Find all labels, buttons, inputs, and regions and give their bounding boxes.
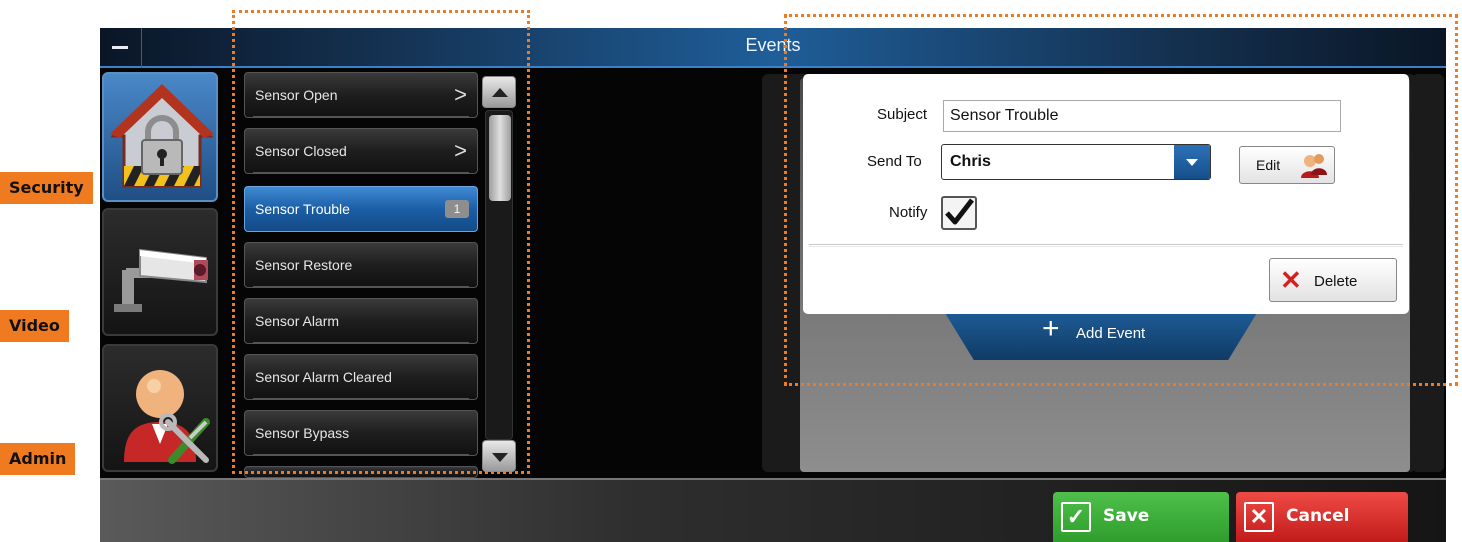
scroll-up-button[interactable] bbox=[482, 76, 516, 108]
arrow-up-icon bbox=[492, 88, 508, 97]
dropdown-arrow-icon[interactable] bbox=[1174, 145, 1210, 179]
arrow-down-icon bbox=[492, 453, 508, 462]
title-bar: Events bbox=[100, 28, 1446, 68]
event-item-label: Sensor Alarm Cleared bbox=[255, 369, 392, 385]
callout-video: Video bbox=[0, 310, 69, 342]
users-icon bbox=[1301, 154, 1327, 178]
event-detail-card: Subject Sensor Trouble Send To Chris Edi… bbox=[803, 74, 1409, 314]
divider bbox=[253, 398, 469, 400]
chevron-right-icon: > bbox=[454, 138, 467, 163]
notify-checkbox[interactable] bbox=[941, 196, 977, 230]
delete-label: Delete bbox=[1314, 273, 1358, 290]
send-to-label: Send To bbox=[867, 153, 922, 170]
panel-edge bbox=[1412, 74, 1444, 472]
send-to-select[interactable]: Chris bbox=[941, 144, 1211, 180]
event-item-sensor-bypass[interactable]: Sensor Bypass bbox=[244, 410, 478, 456]
scroll-track[interactable] bbox=[485, 110, 513, 440]
add-event-button[interactable]: + Add Event bbox=[942, 308, 1260, 360]
event-item-sensor-closed[interactable]: Sensor Closed > bbox=[244, 128, 478, 174]
event-item-label: Sensor Restore bbox=[255, 257, 353, 273]
callout-admin: Admin bbox=[0, 443, 76, 475]
plus-icon: + bbox=[1042, 312, 1060, 345]
notify-label: Notify bbox=[889, 204, 928, 221]
scroll-thumb[interactable] bbox=[489, 115, 511, 201]
edit-label: Edit bbox=[1256, 157, 1281, 173]
edit-recipients-button[interactable]: Edit bbox=[1239, 146, 1335, 184]
divider bbox=[253, 342, 469, 344]
event-item-label: Sensor Closed bbox=[255, 143, 347, 159]
admin-tools-icon bbox=[124, 370, 210, 464]
nav-admin[interactable] bbox=[102, 344, 218, 472]
event-item-label: Sensor Alarm bbox=[255, 313, 340, 329]
app-window: Events Sensor Open > Sensor Closed > Sen… bbox=[0, 0, 1462, 542]
divider bbox=[253, 116, 469, 118]
event-item-sensor-open[interactable]: Sensor Open > bbox=[244, 72, 478, 118]
event-item-label: Sensor Trouble bbox=[255, 201, 350, 217]
checkmark-icon bbox=[945, 198, 974, 225]
divider bbox=[253, 454, 469, 456]
event-item-label: Sensor Open bbox=[255, 87, 338, 103]
subject-label: Subject bbox=[877, 106, 928, 123]
save-button[interactable]: ✓ Save bbox=[1053, 492, 1229, 542]
event-item-sensor-trouble[interactable]: Sensor Trouble 1 bbox=[244, 186, 478, 232]
delete-x-icon: ✕ bbox=[1280, 265, 1302, 295]
event-item-partial[interactable] bbox=[244, 466, 478, 478]
nav-video[interactable] bbox=[102, 208, 218, 336]
send-to-value: Chris bbox=[950, 153, 991, 170]
save-label: Save bbox=[1103, 506, 1150, 526]
event-item-sensor-restore[interactable]: Sensor Restore bbox=[244, 242, 478, 288]
delete-button[interactable]: ✕ Delete bbox=[1269, 258, 1397, 302]
nav-security[interactable] bbox=[102, 72, 218, 202]
divider bbox=[253, 286, 469, 288]
house-lock-icon bbox=[110, 84, 214, 188]
close-icon: ✕ bbox=[1244, 502, 1274, 532]
divider bbox=[253, 172, 469, 174]
event-count-badge: 1 bbox=[445, 200, 469, 218]
add-event-label: Add Event bbox=[1076, 325, 1146, 342]
callout-security: Security bbox=[0, 172, 93, 204]
security-camera-icon bbox=[114, 248, 208, 312]
chevron-right-icon: > bbox=[454, 82, 467, 107]
event-item-label: Sensor Bypass bbox=[255, 425, 350, 441]
card-divider bbox=[809, 244, 1403, 247]
window-title: Events bbox=[745, 35, 801, 55]
subject-input[interactable]: Sensor Trouble bbox=[943, 100, 1341, 132]
main-area: Sensor Open > Sensor Closed > Sensor Tro… bbox=[100, 68, 1446, 478]
scroll-down-button[interactable] bbox=[482, 440, 516, 472]
cancel-button[interactable]: ✕ Cancel bbox=[1236, 492, 1408, 542]
cancel-label: Cancel bbox=[1286, 506, 1350, 526]
event-item-sensor-alarm-cleared[interactable]: Sensor Alarm Cleared bbox=[244, 354, 478, 400]
event-item-sensor-alarm[interactable]: Sensor Alarm bbox=[244, 298, 478, 344]
check-icon: ✓ bbox=[1061, 502, 1091, 532]
